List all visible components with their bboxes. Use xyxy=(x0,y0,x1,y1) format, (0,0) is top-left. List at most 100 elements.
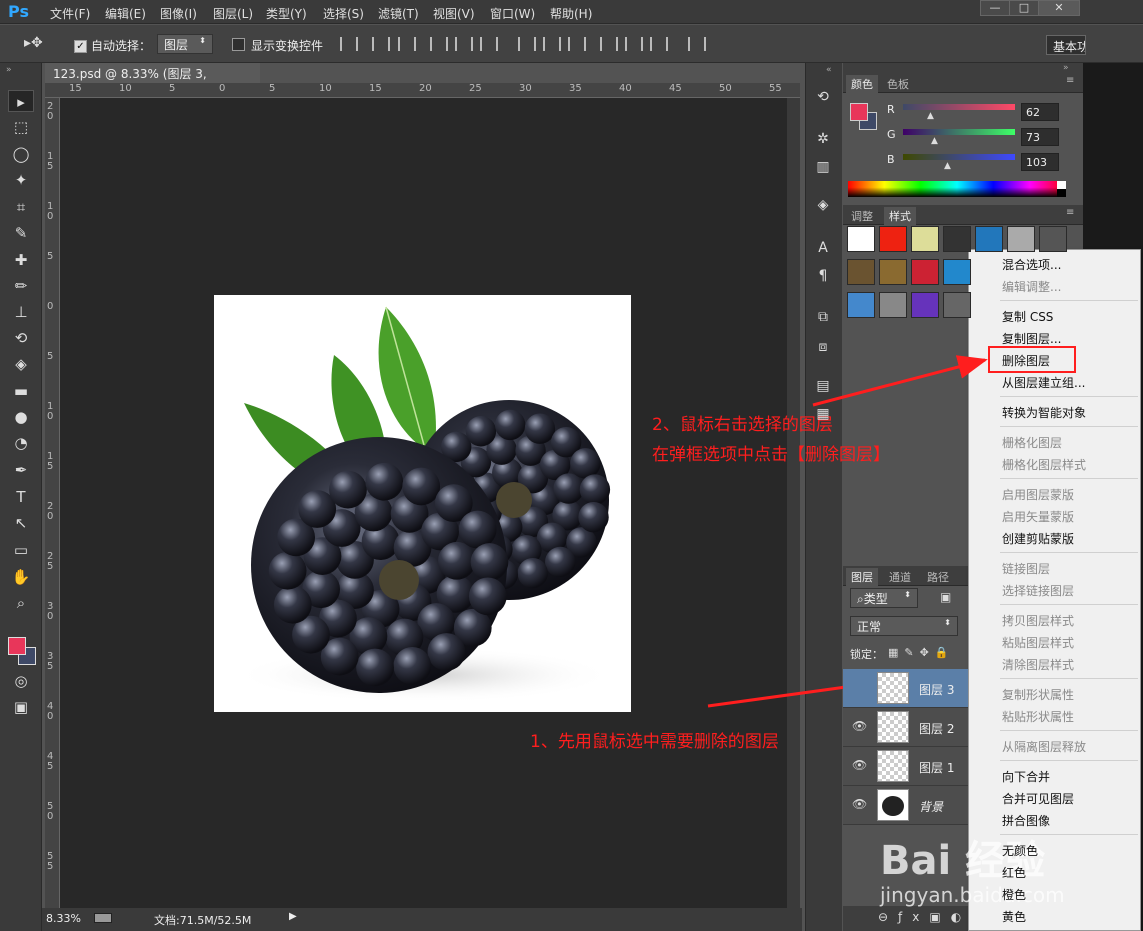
menu-item-8[interactable]: 窗口(W) xyxy=(490,5,535,22)
layer-name: 图层 2 xyxy=(919,722,955,736)
hand-tool-icon[interactable]: ✋ xyxy=(8,566,34,588)
style-swatch[interactable] xyxy=(879,292,907,318)
context-menu-item[interactable]: 从图层建立组... xyxy=(1002,374,1085,391)
3d-icon[interactable]: ◈ xyxy=(811,194,835,216)
context-menu-item[interactable]: 无颜色 xyxy=(1002,842,1038,859)
align-button-icon[interactable] xyxy=(568,37,586,51)
align-button-icon[interactable] xyxy=(340,37,358,51)
berry-thumb xyxy=(882,796,904,816)
context-menu-item[interactable]: 橙色 xyxy=(1002,886,1026,903)
info-icon[interactable]: ▦ xyxy=(811,403,835,425)
style-swatch[interactable] xyxy=(911,259,939,285)
paragraph-styles-icon[interactable]: ⧈ xyxy=(811,336,835,358)
eyedropper-icon[interactable]: ✎ xyxy=(8,222,34,244)
type-tool-icon[interactable]: T xyxy=(8,486,34,508)
context-menu-item[interactable]: 合并可见图层 xyxy=(1002,790,1074,807)
menu-separator xyxy=(1000,396,1138,397)
align-button-icon[interactable] xyxy=(625,37,643,51)
style-swatch[interactable] xyxy=(943,259,971,285)
context-menu-item[interactable]: 转换为智能对象 xyxy=(1002,404,1086,421)
align-button-icon[interactable] xyxy=(650,37,668,51)
magic-wand-icon[interactable]: ✦ xyxy=(8,169,34,191)
context-menu-item[interactable]: 删除图层 xyxy=(1002,352,1050,369)
paragraph-icon[interactable]: ¶ xyxy=(811,265,835,287)
eye-icon[interactable]: 👁 xyxy=(852,719,867,733)
clone-source-icon[interactable]: ⧉ xyxy=(811,306,835,328)
crop-tool-icon[interactable]: ⌗ xyxy=(8,196,34,218)
brush-presets-icon[interactable]: ✲ xyxy=(811,128,835,150)
menu-item-7[interactable]: 视图(V) xyxy=(433,5,475,22)
quick-mask-icon[interactable]: ◎ xyxy=(8,670,34,692)
menu-separator xyxy=(1000,604,1138,605)
eye-icon[interactable]: 👁 xyxy=(852,797,867,811)
context-menu-item[interactable]: 红色 xyxy=(1002,864,1026,881)
rectangle-tool-icon[interactable]: ▭ xyxy=(8,539,34,561)
clone-stamp-icon[interactable]: ⊥ xyxy=(8,301,34,323)
align-button-icon[interactable] xyxy=(455,37,473,51)
lasso-tool-icon[interactable]: ◯ xyxy=(8,143,34,165)
healing-brush-icon[interactable]: ✚ xyxy=(8,249,34,271)
align-button-icon[interactable] xyxy=(398,37,416,51)
foreground-color-swatch-top[interactable] xyxy=(8,637,26,655)
menu-item-6[interactable]: 滤镜(T) xyxy=(378,5,419,22)
brush-tool-icon[interactable]: ✏ xyxy=(8,275,34,297)
align-button-icon[interactable] xyxy=(430,37,448,51)
align-button-icon[interactable] xyxy=(543,37,561,51)
move-tool-icon[interactable]: ▸ xyxy=(8,90,34,112)
style-swatch[interactable] xyxy=(847,259,875,285)
style-swatch[interactable] xyxy=(879,259,907,285)
context-menu-item[interactable]: 复制 CSS xyxy=(1002,308,1053,325)
zoom-tool-icon[interactable]: ⌕ xyxy=(8,592,34,614)
align-button-icon[interactable] xyxy=(518,37,536,51)
context-menu-item[interactable]: 复制图层... xyxy=(1002,330,1061,347)
character-icon[interactable]: A xyxy=(811,237,835,259)
annotation-step2-line2: 在弹框选项中点击【删除图层】 xyxy=(652,445,890,465)
align-button-icon[interactable] xyxy=(372,37,390,51)
marquee-tool-icon[interactable]: ⬚ xyxy=(8,116,34,138)
dodge-tool-icon[interactable]: ◔ xyxy=(8,432,34,454)
annotation-step2-line1: 2、鼠标右击选择的图层 xyxy=(652,415,833,435)
layer-thumbnail xyxy=(877,789,909,821)
eye-icon[interactable]: 👁 xyxy=(852,758,867,772)
history-brush-icon[interactable]: ⟲ xyxy=(8,327,34,349)
context-menu-item: 启用图层蒙版 xyxy=(1002,488,1075,502)
menu-item-5[interactable]: 选择(S) xyxy=(323,5,364,22)
menu-item-3[interactable]: 图层(L) xyxy=(213,5,253,22)
menu-item-2[interactable]: 图像(I) xyxy=(160,5,197,22)
align-button-icon[interactable] xyxy=(480,37,498,51)
menu-item-9[interactable]: 帮助(H) xyxy=(550,5,592,22)
align-button-icon[interactable] xyxy=(688,37,706,51)
gradient-tool-icon[interactable]: ▬ xyxy=(8,380,34,402)
blur-tool-icon[interactable]: ● xyxy=(8,406,34,428)
style-swatch[interactable] xyxy=(1007,226,1035,252)
menu-separator xyxy=(1000,300,1138,301)
style-swatch[interactable] xyxy=(911,226,939,252)
style-swatch[interactable] xyxy=(975,226,1003,252)
style-swatch[interactable] xyxy=(911,292,939,318)
style-swatch[interactable] xyxy=(943,226,971,252)
context-menu-item[interactable]: 混合选项... xyxy=(1002,256,1061,273)
path-select-icon[interactable]: ↖ xyxy=(8,512,34,534)
arrow-to-delete xyxy=(812,355,988,407)
menu-item-0[interactable]: 文件(F) xyxy=(50,5,90,22)
style-swatch[interactable] xyxy=(879,226,907,252)
menu-item-4[interactable]: 类型(Y) xyxy=(266,5,307,22)
style-swatch[interactable] xyxy=(847,292,875,318)
screen-mode-icon[interactable]: ▣ xyxy=(8,696,34,718)
style-swatch[interactable] xyxy=(1039,226,1067,252)
context-menu-item: 复制形状属性 xyxy=(1002,688,1075,702)
context-menu-item[interactable]: 拼合图像 xyxy=(1002,812,1050,829)
context-menu-item[interactable]: 向下合并 xyxy=(1002,768,1050,785)
context-menu-item[interactable]: 黄色 xyxy=(1002,908,1026,925)
context-menu-item: 栅格化图层样式 xyxy=(1002,458,1087,472)
history-icon[interactable]: ⟲ xyxy=(811,86,835,108)
menu-item-1[interactable]: 编辑(E) xyxy=(105,5,146,22)
style-swatch[interactable] xyxy=(943,292,971,318)
eraser-icon[interactable]: ◈ xyxy=(8,353,34,375)
context-menu-item[interactable]: 创建剪贴蒙版 xyxy=(1002,530,1074,547)
properties-icon[interactable]: ▤ xyxy=(811,375,835,397)
pen-tool-icon[interactable]: ✒ xyxy=(8,459,34,481)
align-button-icon[interactable] xyxy=(600,37,618,51)
style-swatch[interactable] xyxy=(847,226,875,252)
histogram-icon[interactable]: ▥ xyxy=(811,156,835,178)
